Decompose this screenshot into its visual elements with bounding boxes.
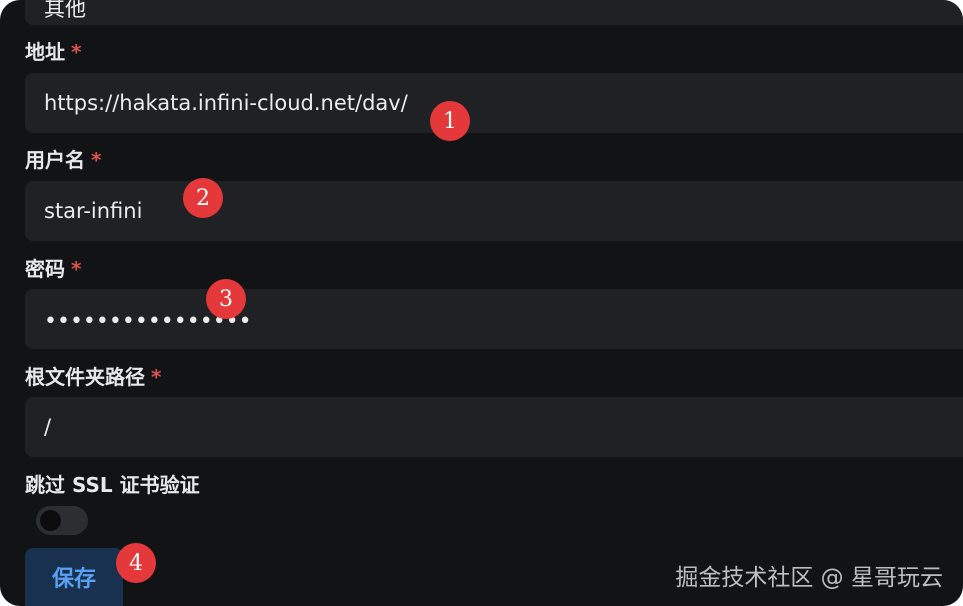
username-label: 用户名 * [25, 148, 102, 172]
toggle-knob [40, 510, 61, 531]
password-label: 密码 * [25, 257, 82, 281]
address-value: https://hakata.infini-cloud.net/dav/ [44, 91, 408, 115]
skip-ssl-toggle[interactable] [36, 506, 88, 535]
settings-form: 其他 地址 * https://hakata.infini-cloud.net/d… [0, 0, 963, 606]
watermark-text: 掘金技术社区 @ 星哥玩云 [675, 565, 943, 591]
annotation-marker-1: 1 [430, 101, 470, 141]
required-mark: * [91, 148, 102, 172]
root-folder-input[interactable]: / [25, 397, 963, 457]
skip-ssl-label: 跳过 SSL 证书验证 [25, 473, 200, 497]
root-folder-label: 根文件夹路径 * [25, 365, 162, 389]
address-label: 地址 * [25, 40, 82, 64]
password-input[interactable]: •••••••••••••••• [25, 289, 963, 349]
annotation-marker-3: 3 [206, 279, 246, 319]
save-button[interactable]: 保存 [25, 548, 123, 606]
annotation-marker-2: 2 [183, 178, 223, 218]
required-mark: * [71, 40, 82, 64]
address-input[interactable]: https://hakata.infini-cloud.net/dav/ [25, 73, 963, 133]
type-select-partial[interactable]: 其他 [25, 0, 963, 25]
annotation-marker-4: 4 [116, 543, 156, 583]
type-select-value: 其他 [44, 0, 86, 21]
username-input[interactable]: star-infini [25, 181, 963, 241]
username-value: star-infini [44, 199, 143, 223]
required-mark: * [71, 257, 82, 281]
root-folder-value: / [44, 415, 52, 439]
required-mark: * [151, 365, 162, 389]
